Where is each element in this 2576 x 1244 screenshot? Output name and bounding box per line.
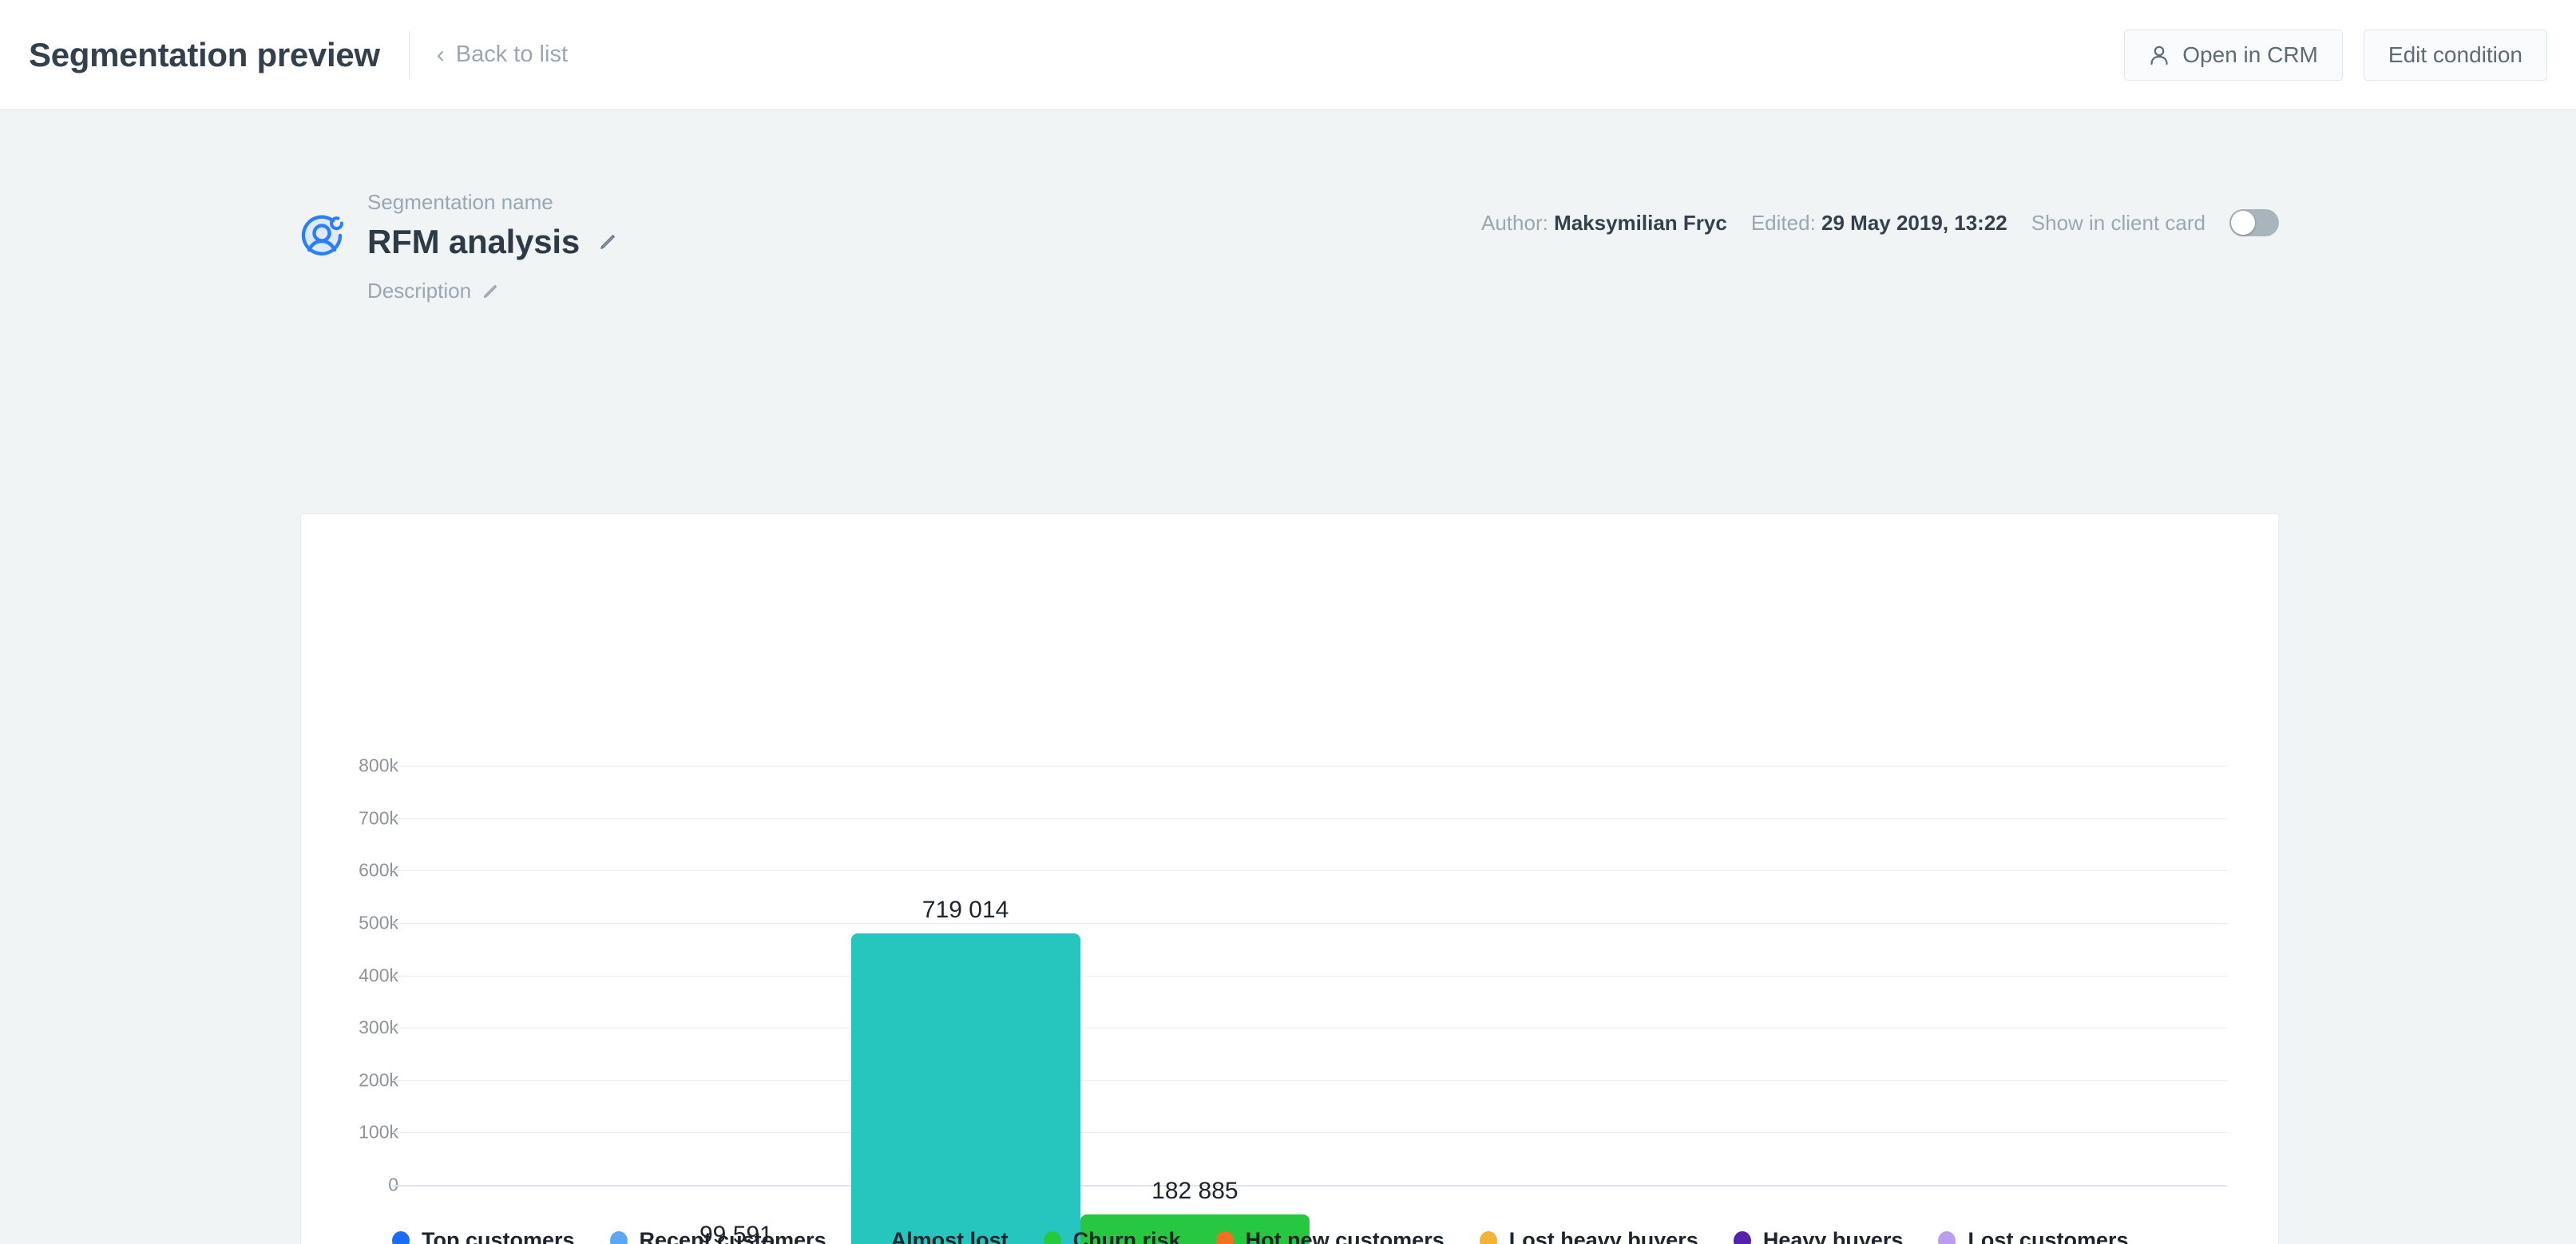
show-in-client-card-toggle[interactable] — [2229, 209, 2279, 236]
bar[interactable] — [850, 933, 1080, 1244]
bar-group[interactable]: 6 620 — [1769, 640, 1998, 1244]
app-header: Segmentation preview ‹ Back to list Open… — [0, 0, 2576, 110]
chart-card: 800k700k600k500k400k300k200k100k0 15 474… — [300, 513, 2279, 1244]
back-to-list-label: Back to list — [455, 42, 568, 67]
open-in-crm-button[interactable]: Open in CRM — [2124, 29, 2343, 81]
legend-color-swatch — [1215, 1230, 1234, 1244]
segmentation-meta-row: Segmentation name RFM analysis Descripti… — [300, 190, 2279, 303]
segment-user-avatar-icon — [301, 215, 344, 256]
legend-item[interactable]: Recent customers — [609, 1228, 826, 1244]
legend-label: Recent customers — [639, 1228, 826, 1244]
segmentation-identity: Segmentation name RFM analysis Descripti… — [300, 190, 616, 303]
segmentation-texts: Segmentation name RFM analysis Descripti… — [367, 190, 616, 303]
legend-color-swatch — [1479, 1230, 1497, 1244]
bar-group[interactable]: 0 — [1310, 640, 1539, 1244]
chart-bars: 15 47499 591 719 014 182 885 05 4576 6201 4… — [392, 514, 2227, 1244]
pencil-icon[interactable] — [599, 233, 616, 251]
author-field: Author: Maksymilian Fryc — [1481, 211, 1727, 236]
segmentation-description-row[interactable]: Description — [367, 279, 616, 303]
header-left-group: Segmentation preview ‹ Back to list — [29, 30, 568, 79]
edited-label: Edited: — [1750, 210, 1816, 235]
legend-color-swatch — [1938, 1230, 1956, 1244]
legend-label: Hot new customers — [1245, 1228, 1445, 1244]
legend-color-swatch — [861, 1230, 879, 1244]
segmentation-name-row: RFM analysis — [367, 223, 616, 261]
legend-label: Lost heavy buyers — [1508, 1228, 1698, 1244]
open-in-crm-label: Open in CRM — [2182, 42, 2318, 67]
header-actions: Open in CRM Edit condition — [2124, 29, 2547, 81]
show-in-client-card-label: Show in client card — [2031, 210, 2205, 235]
legend-color-swatch — [609, 1230, 628, 1244]
legend-label: Lost customers — [1968, 1228, 2129, 1244]
bar-group[interactable]: 99 591 — [621, 640, 850, 1244]
bar-group[interactable]: 719 014 — [850, 640, 1080, 1244]
legend-color-swatch — [1043, 1230, 1061, 1244]
user-icon — [2150, 46, 2168, 65]
legend-item[interactable]: Heavy buyers — [1733, 1228, 1904, 1244]
segmentation-name-label: Segmentation name — [367, 190, 553, 214]
segmentation-attributes: Author: Maksymilian Fryc Edited: 29 May … — [1481, 190, 2279, 236]
segmentation-name: RFM analysis — [367, 223, 581, 260]
chevron-left-icon: ‹ — [436, 41, 445, 68]
chart-legend: Top customers Recent customers Almost lost… — [392, 1228, 2164, 1244]
legend-item[interactable]: Lost heavy buyers — [1479, 1228, 1698, 1244]
segmentation-description-label: Description — [367, 279, 472, 303]
author-label: Author: — [1481, 210, 1548, 235]
legend-label: Top customers — [422, 1228, 575, 1244]
legend-label: Almost lost — [890, 1228, 1009, 1244]
legend-item[interactable]: Top customers — [392, 1228, 575, 1244]
author-value: Maksymilian Fryc — [1554, 210, 1727, 235]
edit-condition-label: Edit condition — [2388, 42, 2522, 67]
back-to-list-link[interactable]: ‹ Back to list — [437, 42, 568, 68]
legend-color-swatch — [1733, 1230, 1751, 1244]
page-title: Segmentation preview — [29, 35, 380, 73]
legend-item[interactable]: Hot new customers — [1215, 1228, 1445, 1244]
legend-color-swatch — [392, 1230, 410, 1244]
edited-value: 29 May 2019, 13:22 — [1821, 210, 2007, 235]
edited-field: Edited: 29 May 2019, 13:22 — [1751, 211, 2007, 236]
legend-item[interactable]: Almost lost — [861, 1228, 1009, 1244]
bar-group[interactable]: 1 492 — [1998, 640, 2227, 1244]
header-divider — [408, 30, 410, 79]
bar-value-label: 182 885 — [1151, 1177, 1238, 1204]
bar-group[interactable]: 15 474 — [392, 640, 621, 1244]
toggle-knob — [2231, 211, 2255, 235]
pencil-icon[interactable] — [482, 283, 498, 299]
edit-condition-button[interactable]: Edit condition — [2363, 29, 2547, 81]
y-axis: 800k700k600k500k400k300k200k100k0 — [301, 514, 405, 1244]
bar-value-label: 719 014 — [921, 897, 1009, 924]
legend-item[interactable]: Lost customers — [1938, 1228, 2129, 1244]
bar-group[interactable]: 5 457 — [1539, 640, 1768, 1244]
bar-group[interactable]: 182 885 — [1080, 640, 1310, 1244]
legend-label: Churn risk — [1072, 1228, 1181, 1244]
legend-label: Heavy buyers — [1762, 1228, 1904, 1244]
legend-item[interactable]: Churn risk — [1043, 1228, 1181, 1244]
bar-chart: 800k700k600k500k400k300k200k100k0 15 474… — [301, 514, 2278, 1244]
